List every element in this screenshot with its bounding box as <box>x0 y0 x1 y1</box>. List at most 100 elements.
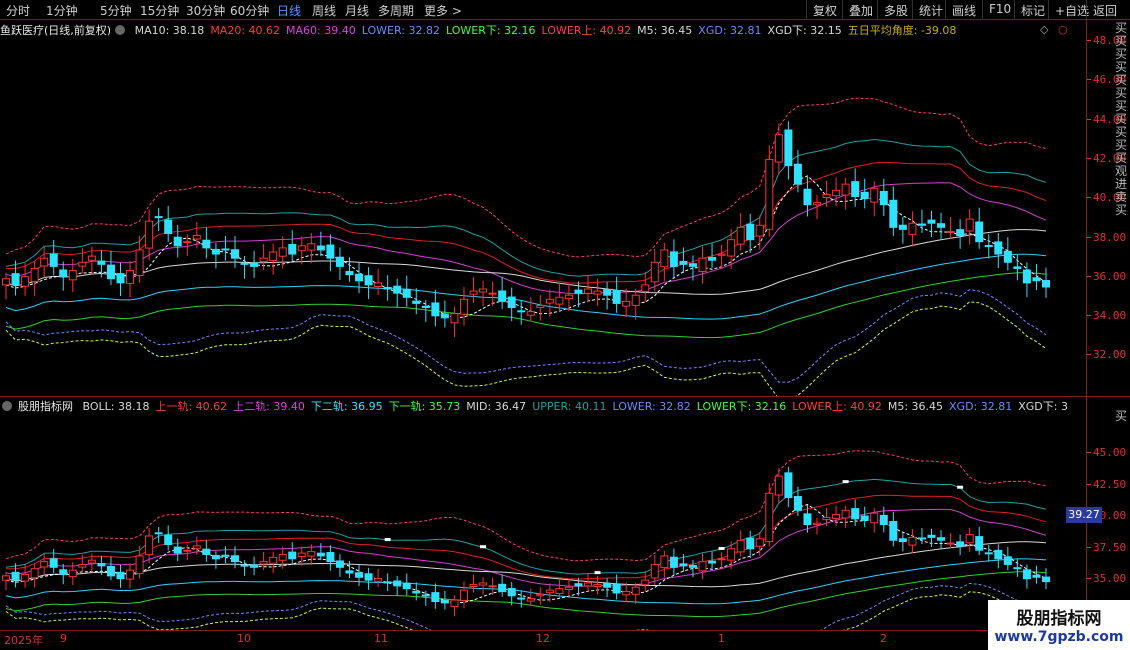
candle-body <box>459 589 468 601</box>
candle-body <box>593 290 602 295</box>
candle-body <box>631 586 640 595</box>
candle-body <box>259 561 268 565</box>
candle-body <box>288 551 297 560</box>
candle-body <box>774 475 783 496</box>
candle-body <box>316 552 325 557</box>
candle-body <box>746 537 755 550</box>
month-label: 10 <box>237 632 251 645</box>
candle-body <box>154 532 163 535</box>
period-tab-1min[interactable]: 1分钟 <box>46 2 78 19</box>
candle-body <box>402 582 411 590</box>
candle-body <box>650 563 659 579</box>
candle-body <box>355 273 364 282</box>
statistics-button[interactable]: 统计 <box>912 0 949 20</box>
candle-body <box>106 565 115 577</box>
sub-indicator-chart[interactable] <box>0 412 1086 630</box>
candle-body <box>183 241 192 244</box>
month-label: 9 <box>60 632 67 645</box>
candle-body <box>984 245 993 248</box>
candle-body <box>431 302 440 317</box>
multi-stock-button[interactable]: 多股 <box>877 0 914 20</box>
candle-body <box>946 542 955 545</box>
candle-body <box>97 563 106 567</box>
candle-body <box>421 594 430 597</box>
candle-body <box>698 257 707 273</box>
candle-body <box>898 224 907 230</box>
candle-body <box>545 298 554 304</box>
candle-body <box>87 559 96 564</box>
signal-side-text-bottom: 买 <box>1115 410 1128 423</box>
candle-body <box>784 472 793 498</box>
f10-button[interactable]: F10 <box>982 0 1017 20</box>
candle-body <box>669 251 678 267</box>
period-tab-weekly[interactable]: 周线 <box>312 2 336 19</box>
candle-body <box>469 290 478 295</box>
candle-body <box>822 516 831 521</box>
candle-body <box>517 597 526 600</box>
candle-body <box>793 163 802 185</box>
band-marker <box>957 485 964 489</box>
candle-body <box>49 558 58 568</box>
candle-body <box>278 247 287 257</box>
candle-body <box>908 222 917 235</box>
candle-body <box>173 236 182 247</box>
candle-body <box>364 275 373 286</box>
period-tab-60min[interactable]: 60分钟 <box>230 2 269 19</box>
candle-body <box>49 253 58 267</box>
candle-body <box>183 549 192 552</box>
candle-body <box>765 492 774 543</box>
band-marker <box>384 538 391 542</box>
candle-body <box>641 579 650 586</box>
overlay-button[interactable]: 叠加 <box>842 0 879 20</box>
period-tab-daily[interactable]: 日线 <box>277 2 301 19</box>
month-label: 12 <box>536 632 550 645</box>
candle-body <box>393 580 402 587</box>
mark-button[interactable]: 标记 <box>1014 0 1051 20</box>
period-toolbar: 分时 1分钟 5分钟 15分钟 30分钟 60分钟 日线 周线 月线 多周期 更… <box>0 0 1130 20</box>
candle-body <box>145 535 154 556</box>
candle-body <box>326 552 335 563</box>
main-candlestick-chart[interactable] <box>0 36 1086 396</box>
candle-body <box>917 537 926 540</box>
minimize-icon[interactable]: ○ <box>1058 23 1068 36</box>
candle-body <box>240 564 249 567</box>
settings-circle-icon[interactable] <box>115 25 126 35</box>
candle-body <box>803 188 812 206</box>
candle-body <box>584 582 593 587</box>
adjust-button[interactable]: 复权 <box>806 0 843 20</box>
period-tab-30min[interactable]: 30分钟 <box>186 2 225 19</box>
period-tab-15min[interactable]: 15分钟 <box>140 2 179 19</box>
candle-body <box>87 255 96 261</box>
period-tab-5min[interactable]: 5分钟 <box>100 2 132 19</box>
back-button[interactable]: 返回 <box>1086 0 1123 20</box>
candle-body <box>412 590 421 594</box>
candle-body <box>946 230 955 233</box>
candle-body <box>603 582 612 588</box>
band-marker <box>594 571 601 575</box>
diamond-icon[interactable]: ◇ <box>1040 23 1048 36</box>
period-tab-timeshare[interactable]: 分时 <box>6 2 30 19</box>
period-tab-multi[interactable]: 多周期 <box>378 2 414 19</box>
candle-body <box>612 583 621 594</box>
candle-body <box>78 261 87 267</box>
period-tab-more[interactable]: 更多 > <box>424 2 462 19</box>
candle-body <box>498 290 507 302</box>
candle-body <box>479 582 488 586</box>
candle-body <box>11 273 20 286</box>
upper-outer-band-line <box>5 97 1047 258</box>
candle-body <box>755 224 764 237</box>
candle-body <box>1003 556 1012 565</box>
candle-body <box>459 298 468 315</box>
year-label: 2025年 <box>4 634 43 647</box>
draw-line-button[interactable]: 画线 <box>945 0 982 20</box>
candle-body <box>145 220 154 249</box>
candle-body <box>536 304 545 308</box>
candle-body <box>326 244 335 259</box>
settings-circle-icon[interactable] <box>2 401 12 411</box>
candle-body <box>708 256 717 261</box>
m5-dashed-line <box>5 504 1047 604</box>
candle-body <box>517 310 526 313</box>
candle-body <box>30 267 39 282</box>
candle-body <box>135 249 144 277</box>
period-tab-monthly[interactable]: 月线 <box>345 2 369 19</box>
